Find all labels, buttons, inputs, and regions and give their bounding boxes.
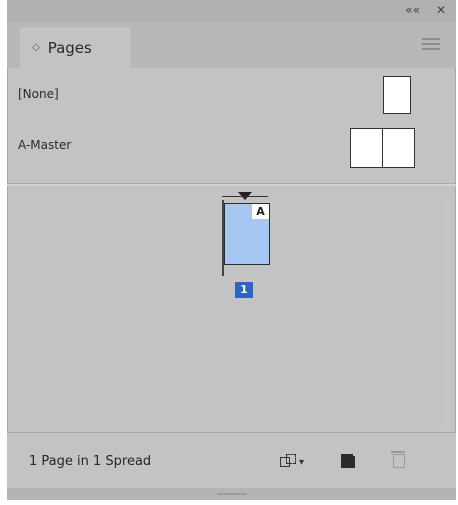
- page-number-badge[interactable]: 1: [235, 282, 253, 298]
- pages-panel: «« ✕ ◇ Pages [None] A-Master A 1 1 Page …: [7, 0, 456, 500]
- tab-bar: ◇ Pages: [7, 22, 456, 68]
- vertical-scrollbar[interactable]: [442, 200, 450, 430]
- trash-icon: [391, 451, 405, 468]
- document-pages-area: A 1: [7, 186, 456, 431]
- spread-top-line: [222, 196, 268, 197]
- master-item-a-master[interactable]: A-Master: [7, 124, 456, 170]
- pages-status-text: 1 Page in 1 Spread: [29, 454, 152, 469]
- master-right-page[interactable]: [382, 128, 415, 168]
- close-panel-button[interactable]: ✕: [436, 1, 446, 19]
- tab-chevron-icon: ◇: [32, 42, 40, 53]
- tab-pages-label: Pages: [47, 38, 92, 57]
- delete-page-button[interactable]: [387, 451, 411, 471]
- new-page-button[interactable]: [336, 451, 360, 471]
- collapse-panel-button[interactable]: ««: [405, 1, 420, 19]
- panel-menu-button[interactable]: [422, 38, 440, 50]
- page-thumbnail[interactable]: A: [224, 203, 270, 265]
- edit-page-size-icon: ▾: [280, 454, 304, 468]
- master-left-page[interactable]: [350, 128, 383, 168]
- master-thumbnail-single[interactable]: [383, 76, 411, 114]
- panel-footer: 1 Page in 1 Spread ▾: [7, 432, 456, 489]
- tab-pages[interactable]: ◇ Pages: [20, 27, 130, 68]
- master-label: [None]: [18, 87, 59, 101]
- new-page-icon: [341, 451, 358, 468]
- hamburger-icon: [422, 38, 440, 40]
- master-thumbnail-spread[interactable]: [350, 128, 415, 168]
- applied-master-letter: A: [252, 204, 269, 219]
- window-controls: «« ✕: [405, 1, 446, 19]
- edit-page-size-button[interactable]: ▾: [277, 451, 304, 471]
- panel-titlebar: «« ✕: [7, 0, 456, 22]
- master-label: A-Master: [18, 138, 72, 152]
- master-item-none[interactable]: [None]: [7, 72, 456, 118]
- resize-gripper[interactable]: [7, 488, 456, 500]
